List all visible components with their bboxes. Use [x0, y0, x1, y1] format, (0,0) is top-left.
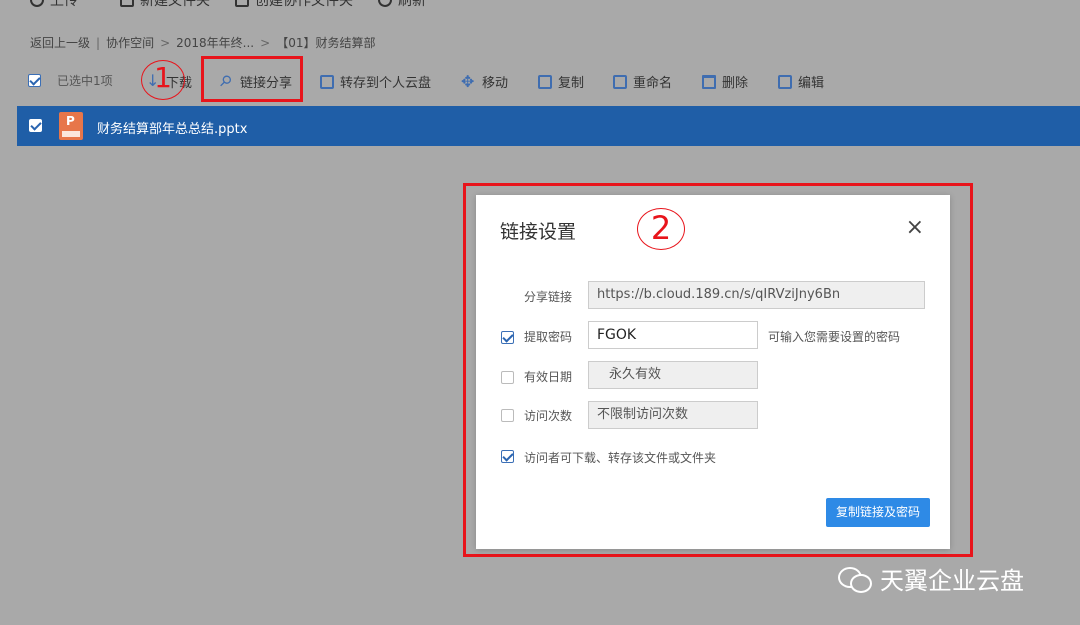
- annotation-highlight-share: [201, 56, 303, 102]
- upload-label: 上传: [50, 0, 78, 9]
- new-folder-button[interactable]: 新建文件夹: [120, 0, 210, 10]
- edit-button[interactable]: 编辑: [778, 72, 824, 91]
- move-label: 移动: [482, 76, 509, 91]
- breadcrumb-separator: |: [96, 35, 101, 50]
- new-folder-icon: [120, 0, 134, 7]
- copy-button[interactable]: 复制: [538, 72, 584, 91]
- file-row-selected[interactable]: 财务结算部年总总结.pptx: [17, 106, 1080, 146]
- password-hint: 可输入您需要设置的密码: [768, 330, 901, 344]
- breadcrumb-current: 【01】财务结算部: [276, 36, 376, 50]
- link-settings-dialog: 链接设置 2 × 分享链接 https://b.cloud.189.cn/s/q…: [476, 195, 950, 549]
- delete-label: 删除: [722, 76, 749, 91]
- copy-label: 复制: [558, 76, 585, 91]
- breadcrumb: 返回上一级 | 协作空间 > 2018年年终... > 【01】财务结算部: [30, 34, 375, 51]
- copy-icon: [538, 74, 552, 89]
- breadcrumb-arrow: >: [260, 35, 271, 50]
- breadcrumb-year-end[interactable]: 2018年年终...: [176, 34, 254, 51]
- save-to-personal-button[interactable]: 转存到个人云盘: [320, 72, 431, 91]
- rename-button[interactable]: 重命名: [613, 72, 672, 91]
- visitor-permission-label: 访问者可下载、转存该文件或文件夹: [524, 451, 717, 465]
- password-label: 提取密码: [524, 330, 573, 344]
- refresh-label: 刷新: [398, 0, 426, 9]
- collab-folder-icon: [235, 0, 249, 7]
- select-all-checkbox[interactable]: [28, 74, 41, 87]
- password-checkbox[interactable]: [501, 331, 514, 344]
- create-collab-folder-button[interactable]: 创建协作文件夹: [235, 0, 353, 10]
- visitor-permission-checkbox[interactable]: [501, 450, 514, 463]
- annotation-step-1: 1: [141, 60, 185, 100]
- rename-icon: [613, 74, 627, 89]
- upload-icon: [30, 0, 44, 7]
- save-to-personal-label: 转存到个人云盘: [340, 76, 432, 91]
- visits-checkbox[interactable]: [501, 409, 514, 422]
- move-icon: [461, 72, 476, 91]
- close-icon[interactable]: ×: [906, 215, 924, 240]
- breadcrumb-arrow: >: [160, 35, 171, 50]
- trash-icon: [702, 74, 716, 89]
- new-folder-label: 新建文件夹: [140, 0, 210, 9]
- validity-select[interactable]: 永久有效: [588, 361, 758, 389]
- annotation-step-2: 2: [637, 208, 685, 250]
- refresh-icon: [378, 0, 392, 7]
- rename-label: 重命名: [633, 76, 673, 91]
- watermark: 天翼企业云盘: [838, 561, 1024, 596]
- pptx-file-icon: [59, 112, 83, 140]
- share-link-field[interactable]: https://b.cloud.189.cn/s/qIRVziJny6Bn: [588, 281, 925, 309]
- breadcrumb-collab-space[interactable]: 协作空间: [106, 34, 154, 51]
- edit-icon: [778, 74, 792, 89]
- selected-count: 已选中1项: [57, 74, 113, 88]
- file-row-checkbox[interactable]: [29, 119, 42, 132]
- top-toolbar: 上传 新建文件夹 创建协作文件夹 刷新: [0, 0, 1080, 14]
- dialog-title: 链接设置: [500, 221, 577, 243]
- copy-link-and-password-button[interactable]: 复制链接及密码: [826, 498, 930, 527]
- upload-button[interactable]: 上传: [30, 0, 78, 10]
- select-all[interactable]: 已选中1项: [28, 72, 113, 89]
- move-button[interactable]: 移动: [461, 72, 509, 92]
- export-icon: [320, 74, 334, 89]
- delete-button[interactable]: 删除: [702, 72, 748, 91]
- refresh-button[interactable]: 刷新: [378, 0, 426, 10]
- create-collab-folder-label: 创建协作文件夹: [255, 0, 353, 9]
- file-name[interactable]: 财务结算部年总总结.pptx: [97, 118, 247, 137]
- wechat-icon: [838, 565, 872, 593]
- share-link-field-label: 分享链接: [524, 290, 573, 304]
- breadcrumb-back-link[interactable]: 返回上一级: [30, 34, 90, 51]
- watermark-text: 天翼企业云盘: [880, 567, 1024, 595]
- visits-input[interactable]: 不限制访问次数: [588, 401, 758, 429]
- validity-checkbox[interactable]: [501, 371, 514, 384]
- visits-label: 访问次数: [524, 409, 573, 423]
- edit-label: 编辑: [798, 76, 825, 91]
- validity-label: 有效日期: [524, 370, 573, 384]
- password-input[interactable]: FGOK: [588, 321, 758, 349]
